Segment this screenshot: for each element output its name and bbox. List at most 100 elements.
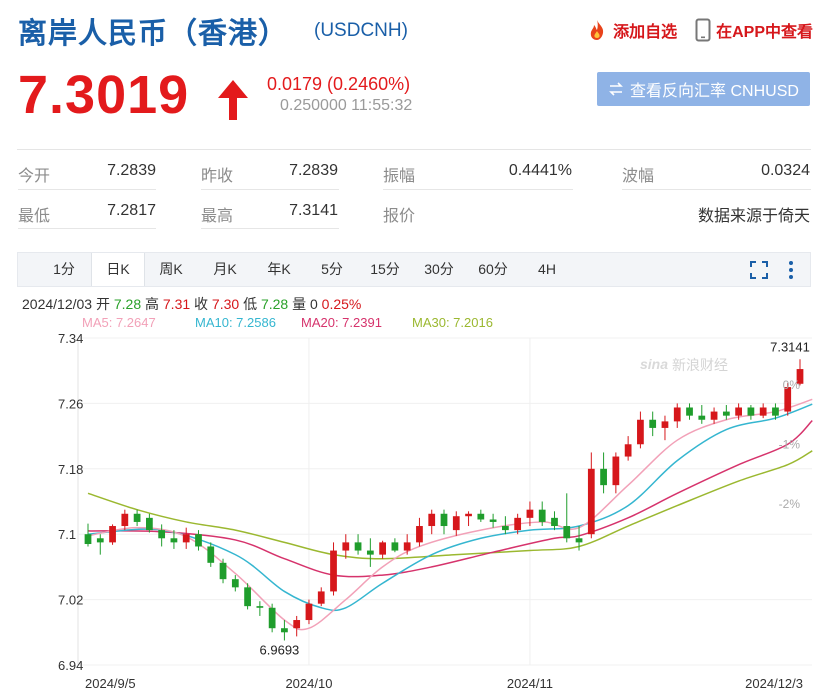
last-price: 7.3019 [18,65,190,125]
up-arrow-icon [218,80,248,120]
watermark: sina 新浪财经 [640,356,728,373]
candle-body [452,516,460,531]
divider [17,149,811,150]
phone-icon [695,18,711,42]
low-label: 最低 [18,208,51,225]
tab-yearly[interactable]: 年K [254,253,304,286]
ohlc-pct: 0.25% [321,296,362,312]
candle-body [563,526,571,539]
candle-body [514,517,522,531]
ohlc-high: 7.31 [162,296,191,312]
fire-icon [590,20,604,40]
symbol-code: (USDCNH) [314,20,408,41]
quote-time: 0.250000 11:55:32 [280,97,413,114]
y-tick-label: 6.94 [58,658,83,673]
high-label: 最高 [201,208,234,225]
ohlc-date: 2024/12/03 [22,296,93,312]
pct-tick-label: 0% [783,378,801,392]
candle-body [244,587,251,607]
candle-body [146,517,153,531]
max-price-label: 7.3141 [770,339,810,354]
candle-body [195,534,202,547]
fullscreen-icon[interactable] [748,259,770,281]
add-watch-button[interactable]: 添加自选 [586,18,677,42]
candle-body [354,542,362,551]
high-value: 7.3141 [289,202,338,219]
open-label: 今开 [18,168,51,185]
ma10-legend: MA10: 7.2586 [195,315,276,330]
candle-body [624,444,632,457]
candle-body [219,562,227,580]
ma10-line [87,403,813,612]
ohlc-close-label: 收 [194,296,209,312]
tab-60min[interactable]: 60分 [468,253,518,286]
x-tick-label: 2024/9/5 [85,676,136,691]
view-in-app-button[interactable]: 在APP中查看 [695,18,813,42]
swap-icon [609,82,623,96]
tab-5min[interactable]: 5分 [308,253,356,286]
candle-body [489,519,497,522]
data-source: 数据来源于倚天 [697,208,810,225]
tab-15min[interactable]: 15分 [360,253,410,286]
more-icon[interactable] [786,258,796,282]
pct-tick-label: -2% [779,497,801,511]
ohlc-vol-label: 量 [292,296,307,312]
candle-body [710,411,718,420]
candle-body [133,513,141,522]
x-tick-label: 2024/11 [507,676,553,691]
ohlc-high-label: 高 [145,296,159,312]
prev-close-value: 7.2839 [289,162,338,179]
row-divider [383,189,573,190]
candle-body [293,620,301,629]
ohlc-vol: 0 [309,296,318,312]
add-watch-label: 添加自选 [613,24,678,41]
ma-lines [87,398,813,631]
min-price-label: 6.9693 [260,642,300,657]
candle-body [281,628,288,633]
tab-1min[interactable]: 1分 [40,253,88,286]
view-in-app-label: 在APP中查看 [716,24,813,41]
ohlc-close: 7.30 [211,296,240,312]
candle-body [403,542,411,551]
candle-body [772,407,779,416]
open-value: 7.2839 [107,162,156,179]
y-tick-label: 7.18 [58,462,83,477]
candle-body [207,546,215,563]
candle-body [379,542,386,555]
candle-body [109,526,116,543]
candle-body [268,607,276,629]
candle-body [551,517,558,527]
candle-body [759,407,767,416]
ma5-line [87,398,813,631]
candle-body [612,456,620,486]
tab-4h[interactable]: 4H [522,253,572,286]
tab-daily[interactable]: 日K [91,253,145,286]
candle-body [256,606,264,608]
candle-body [342,542,350,551]
candle-body [575,538,583,543]
candlestick-chart[interactable]: sina 新浪财经 7.34 7.26 7.18 7.1 7.02 6.94 1% 0% -1%… [0,330,835,691]
candle-body [231,579,239,588]
ohlc-open-label: 开 [95,296,110,312]
candle-body [587,468,595,535]
candle-body [722,411,730,416]
tab-weekly[interactable]: 周K [146,253,196,286]
candle-body [182,534,190,543]
range-label: 波幅 [622,168,655,185]
row-divider [201,189,339,190]
candle-body [747,407,755,416]
candle-body [465,513,472,517]
candle-body [330,550,337,592]
y-tick-label: 7.1 [58,527,76,542]
reverse-rate-button[interactable]: 查看反向汇率 CNHUSD [597,72,810,106]
tab-monthly[interactable]: 月K [200,253,250,286]
ma30-legend: MA30: 7.2016 [412,315,493,330]
candle-body [698,415,706,420]
ohlc-low: 7.28 [260,296,289,312]
ma5-legend: MA5: 7.2647 [82,315,156,330]
candles [84,359,804,641]
quote-label: 报价 [383,208,416,225]
row-divider [18,228,156,229]
tab-30min[interactable]: 30分 [414,253,464,286]
candle-body [526,509,534,518]
